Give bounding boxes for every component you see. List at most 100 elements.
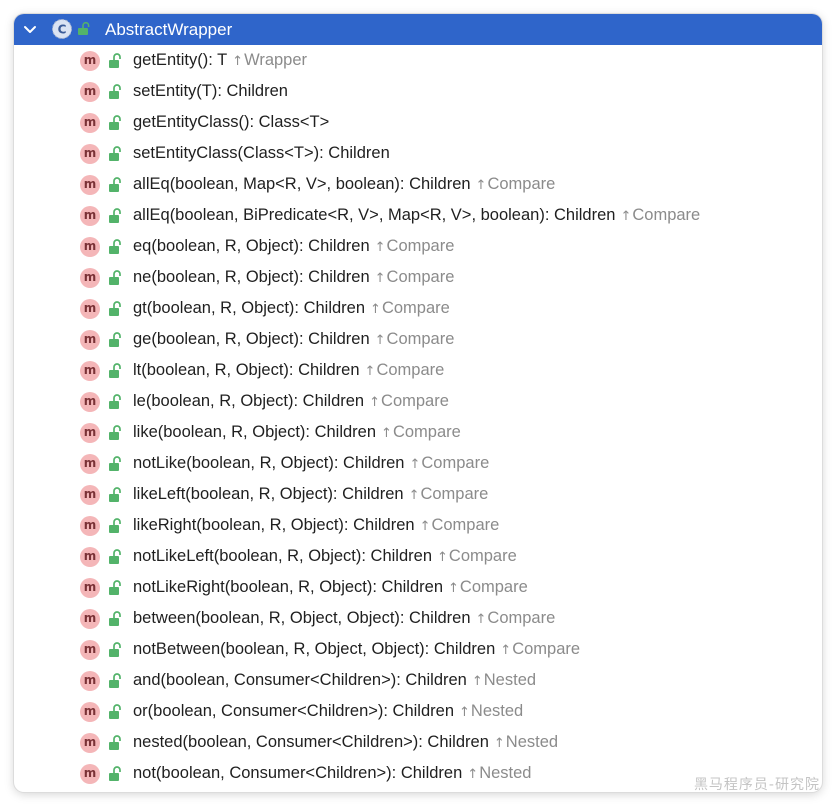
method-row[interactable]: m like(boolean, R, Object): Children ↑Comp…: [14, 417, 822, 448]
method-signature-line: ge(boolean, R, Object): Children ↑Compare: [133, 329, 454, 351]
class-name-label: AbstractWrapper: [105, 20, 233, 39]
method-signature-line: and(boolean, Consumer<Children>): Childr…: [133, 670, 536, 692]
method-signature-line: setEntity(T): Children: [133, 81, 288, 102]
unlock-icon: [109, 239, 121, 254]
method-row[interactable]: m likeLeft(boolean, R, Object): Children ↑…: [14, 479, 822, 510]
watermark-text: 黑马程序员-研究院: [693, 777, 820, 793]
unlock-icon: [109, 208, 121, 223]
method-row[interactable]: m notLikeRight(boolean, R, Object): Child…: [14, 572, 822, 603]
method-origin: Nested: [479, 764, 532, 782]
method-icon: m: [80, 578, 100, 598]
method-origin: Compare: [386, 237, 455, 255]
method-row[interactable]: m notLike(boolean, R, Object): Children ↑C…: [14, 448, 822, 479]
method-origin: Compare: [381, 392, 449, 410]
method-row[interactable]: m setEntity(T): Children: [14, 76, 822, 107]
method-origin: Nested: [470, 702, 524, 720]
method-row[interactable]: m getEntityClass(): Class<T>: [14, 107, 822, 138]
inherited-arrow-icon: ↑: [381, 426, 392, 441]
unlock-icon: [109, 115, 121, 130]
unlock-icon: [109, 456, 121, 471]
method-origin: Compare: [376, 361, 445, 379]
method-icon: m: [80, 299, 100, 319]
method-row[interactable]: m gt(boolean, R, Object): Children ↑Compar…: [14, 293, 822, 324]
method-row[interactable]: m notBetween(boolean, R, Object, Object):…: [14, 634, 822, 665]
method-row[interactable]: m lt(boolean, R, Object): Children ↑Compar…: [14, 355, 822, 386]
method-row[interactable]: m allEq(boolean, BiPredicate<R, V>, Map<R…: [14, 200, 822, 231]
method-row[interactable]: m ne(boolean, R, Object): Children ↑Compar…: [14, 262, 822, 293]
method-row[interactable]: m allEq(boolean, Map<R, V>, boolean): Chi…: [14, 169, 822, 200]
method-signature-line: likeLeft(boolean, R, Object): Children ↑C…: [133, 484, 488, 506]
method-origin: Compare: [632, 206, 701, 224]
method-signature-line: gt(boolean, R, Object): Children ↑Compare: [133, 298, 450, 320]
method-origin: Compare: [448, 547, 517, 565]
method-signature-line: allEq(boolean, Map<R, V>, boolean): Chil…: [133, 174, 555, 196]
method-row[interactable]: m ge(boolean, R, Object): Children ↑Compar…: [14, 324, 822, 355]
method-signature: between(boolean, R, Object, Object): Chi…: [133, 609, 471, 627]
method-origin: Compare: [392, 423, 461, 441]
method-signature-line: allEq(boolean, BiPredicate<R, V>, Map<R,…: [133, 205, 700, 227]
method-icon: m: [80, 51, 100, 71]
inherited-arrow-icon: ↑: [493, 736, 505, 751]
method-icon: m: [80, 206, 100, 226]
inherited-arrow-icon: ↑: [475, 612, 487, 627]
unlock-icon: [109, 549, 121, 564]
method-icon: m: [80, 423, 100, 443]
method-row[interactable]: m nested(boolean, Consumer<Children>): Ch…: [14, 727, 822, 758]
method-row[interactable]: m or(boolean, Consumer<Children>): Childr…: [14, 696, 822, 727]
method-signature: eq(boolean, R, Object): Children: [133, 237, 370, 255]
unlock-icon: [109, 673, 121, 688]
method-origin: Compare: [459, 578, 528, 596]
method-origin: Compare: [420, 485, 489, 503]
method-signature-line: eq(boolean, R, Object): Children ↑Compare: [133, 236, 454, 258]
method-signature-line: ne(boolean, R, Object): Children ↑Compare: [133, 267, 454, 289]
method-signature: le(boolean, R, Object): Children: [133, 392, 365, 410]
inherited-arrow-icon: ↑: [374, 333, 386, 348]
method-origin: Nested: [483, 671, 537, 689]
method-origin: Compare: [386, 330, 455, 348]
method-signature-line: le(boolean, R, Object): Children ↑Compare: [133, 391, 449, 413]
class-icon-letter: C: [58, 23, 67, 37]
class-node-header[interactable]: C AbstractWrapper: [14, 14, 822, 45]
method-row[interactable]: m between(boolean, R, Object, Object): Ch…: [14, 603, 822, 634]
method-origin: Compare: [386, 268, 455, 286]
chevron-down-icon[interactable]: [22, 21, 38, 37]
inherited-arrow-icon: ↑: [448, 581, 459, 596]
unlock-icon: [109, 487, 121, 502]
method-icon: m: [80, 113, 100, 133]
method-icon: m: [80, 330, 100, 350]
method-row[interactable]: m likeRight(boolean, R, Object): Children…: [14, 510, 822, 541]
method-signature: ge(boolean, R, Object): Children: [133, 330, 370, 348]
unlock-icon: [109, 363, 121, 378]
inherited-arrow-icon: ↑: [500, 643, 512, 658]
method-row[interactable]: m le(boolean, R, Object): Children ↑Compar…: [14, 386, 822, 417]
inherited-arrow-icon: ↑: [370, 302, 381, 317]
unlock-icon: [109, 332, 121, 347]
inherited-arrow-icon: ↑: [364, 364, 376, 379]
method-signature-line: or(boolean, Consumer<Children>): Childre…: [133, 701, 523, 723]
unlock-icon: [109, 394, 121, 409]
method-signature: and(boolean, Consumer<Children>): Childr…: [133, 671, 467, 689]
method-signature-line: lt(boolean, R, Object): Children ↑Compare: [133, 360, 444, 382]
method-icon: m: [80, 516, 100, 536]
method-signature-line: between(boolean, R, Object, Object): Chi…: [133, 608, 555, 630]
method-signature-line: notLikeRight(boolean, R, Object): Childr…: [133, 577, 528, 599]
method-row[interactable]: m setEntityClass(Class<T>): Children: [14, 138, 822, 169]
method-origin: Compare: [421, 454, 490, 472]
method-signature-line: setEntityClass(Class<T>): Children: [133, 143, 390, 164]
method-signature: allEq(boolean, Map<R, V>, boolean): Chil…: [133, 175, 471, 193]
unlock-icon: [109, 270, 121, 285]
method-signature: lt(boolean, R, Object): Children: [133, 361, 360, 379]
unlock-icon: [109, 580, 121, 595]
method-row[interactable]: m eq(boolean, R, Object): Children ↑Compar…: [14, 231, 822, 262]
method-signature: notLikeLeft(boolean, R, Object): Childre…: [133, 547, 432, 565]
method-row[interactable]: m and(boolean, Consumer<Children>): Child…: [14, 665, 822, 696]
method-signature: allEq(boolean, BiPredicate<R, V>, Map<R,…: [133, 206, 616, 224]
method-signature: ne(boolean, R, Object): Children: [133, 268, 370, 286]
method-row[interactable]: m notLikeLeft(boolean, R, Object): Childr…: [14, 541, 822, 572]
method-row[interactable]: m getEntity(): T ↑Wrapper: [14, 45, 822, 76]
method-icon: m: [80, 609, 100, 629]
method-signature-line: not(boolean, Consumer<Children>): Childr…: [133, 763, 531, 785]
method-origin: Nested: [505, 733, 559, 751]
inherited-arrow-icon: ↑: [467, 767, 479, 782]
method-icon: m: [80, 82, 100, 102]
